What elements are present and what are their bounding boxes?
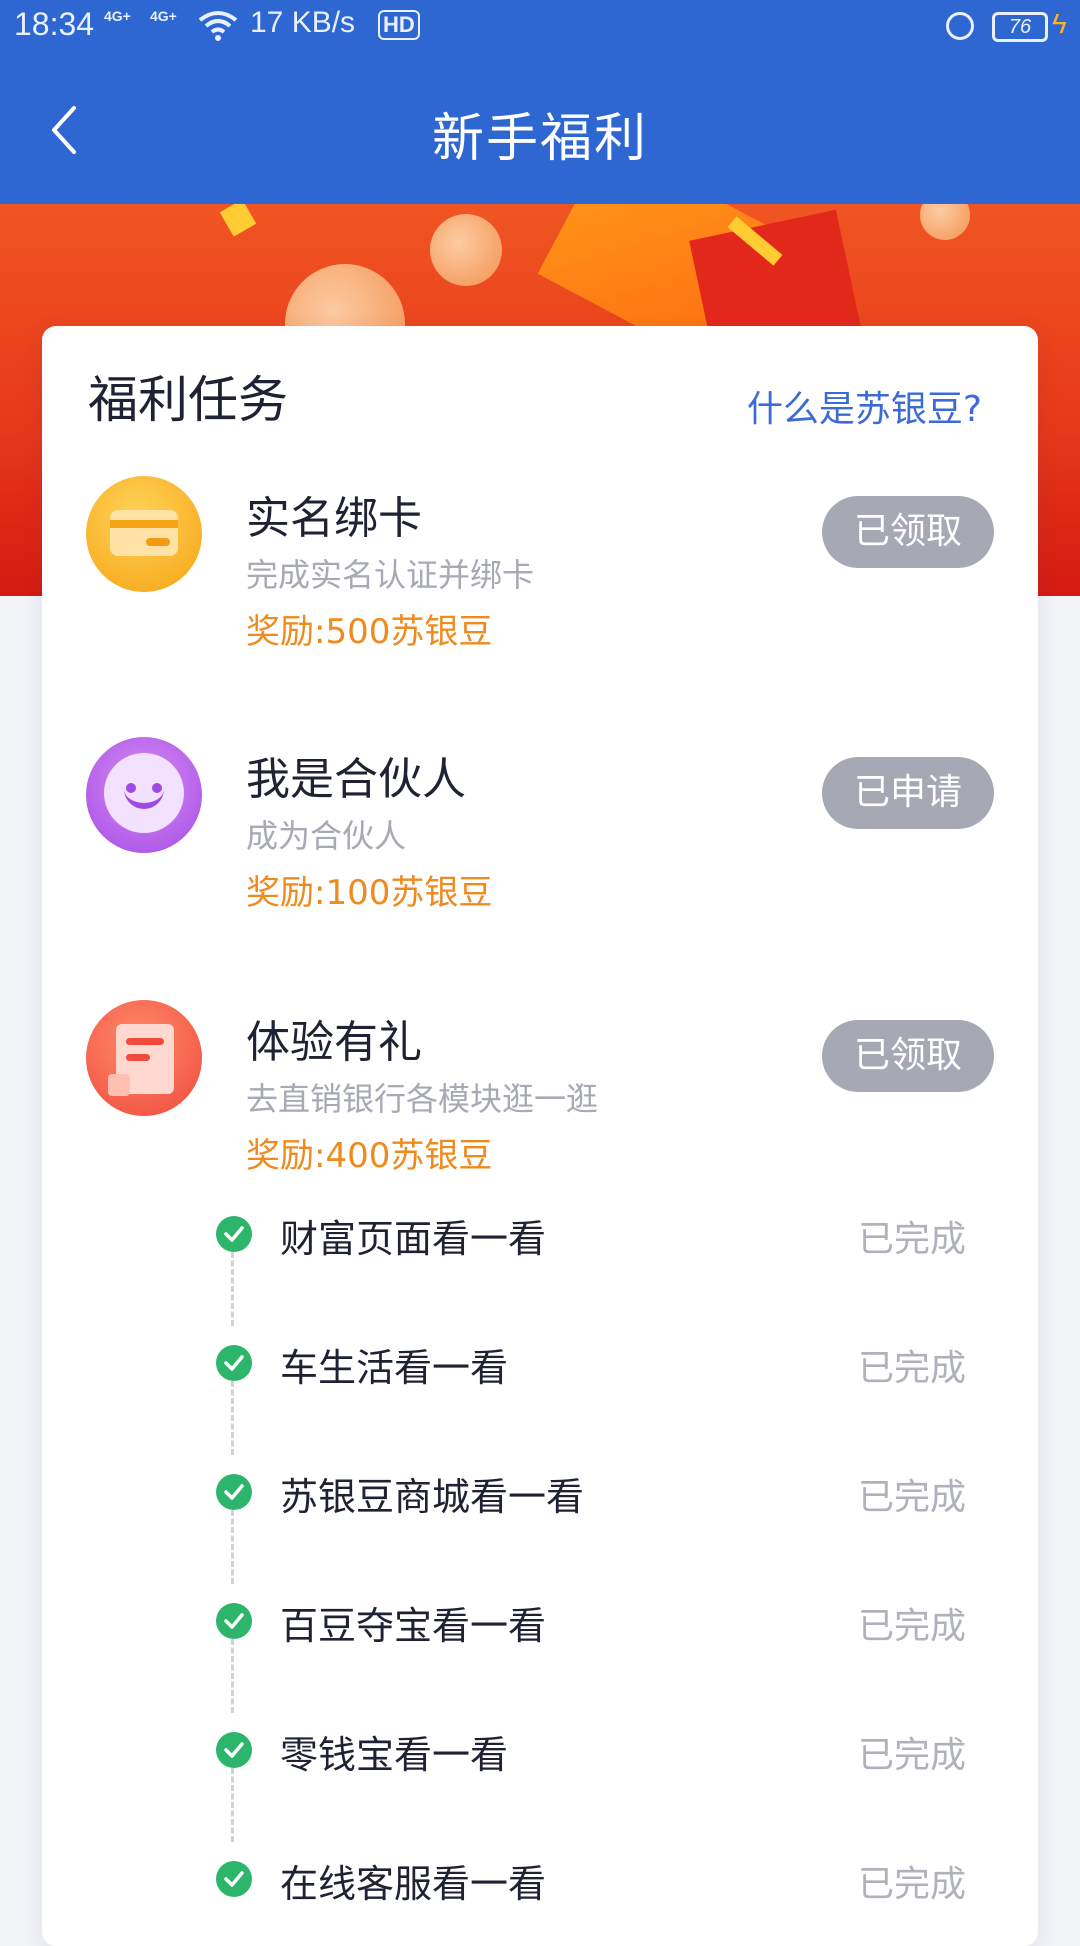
task-name: 体验有礼	[246, 1017, 422, 1068]
subtask-item[interactable]: 财富页面看一看 已完成	[42, 1196, 1038, 1276]
confetti-decoration	[219, 204, 257, 237]
subtask-label: 零钱宝看一看	[280, 1733, 509, 1777]
bank-card-icon	[86, 476, 202, 592]
check-icon	[216, 1861, 252, 1897]
task-reward: 奖励:100苏银豆	[246, 873, 493, 913]
status-time: 18:34	[14, 6, 95, 42]
subtask-status: 已完成	[857, 1477, 966, 1518]
document-icon	[86, 1000, 202, 1116]
hd-icon: HD	[378, 10, 420, 40]
subtask-status: 已完成	[857, 1735, 966, 1776]
battery-icon: 76	[992, 12, 1048, 42]
task-desc: 完成实名认证并绑卡	[246, 556, 535, 594]
rotation-lock-icon	[946, 12, 974, 40]
task-item: 我是合伙人 成为合伙人 奖励:100苏银豆 已申请	[42, 737, 1038, 937]
task-name: 实名绑卡	[246, 493, 422, 544]
subtask-status: 已完成	[857, 1219, 966, 1260]
subtask-label: 在线客服看一看	[280, 1862, 547, 1906]
subtask-item[interactable]: 在线客服看一看 已完成	[42, 1841, 1038, 1921]
subtask-status: 已完成	[857, 1864, 966, 1905]
claimed-button[interactable]: 已领取	[822, 496, 994, 568]
subtask-item[interactable]: 车生活看一看 已完成	[42, 1325, 1038, 1405]
task-reward: 奖励:400苏银豆	[246, 1136, 493, 1176]
applied-button[interactable]: 已申请	[822, 757, 994, 829]
check-icon	[216, 1603, 252, 1639]
subtask-label: 车生活看一看	[280, 1346, 509, 1390]
subtask-status: 已完成	[857, 1606, 966, 1647]
card-header: 福利任务 什么是苏银豆?	[88, 360, 992, 440]
task-desc: 去直销银行各模块逛一逛	[246, 1080, 599, 1118]
signal-icon-2: 4G+	[150, 8, 177, 24]
bean-coin-decoration	[430, 214, 502, 286]
check-icon	[216, 1474, 252, 1510]
task-item: 实名绑卡 完成实名认证并绑卡 奖励:500苏银豆 已领取	[42, 476, 1038, 676]
signal-icon-1: 4G+	[104, 8, 131, 24]
network-speed: 17 KB/s	[250, 6, 356, 39]
claimed-button[interactable]: 已领取	[822, 1020, 994, 1092]
check-icon	[216, 1345, 252, 1381]
task-name: 我是合伙人	[246, 754, 466, 805]
task-desc: 成为合伙人	[246, 817, 407, 855]
subtask-item[interactable]: 百豆夺宝看一看 已完成	[42, 1583, 1038, 1663]
smile-face-icon	[86, 737, 202, 853]
card-title: 福利任务	[88, 371, 288, 429]
check-icon	[216, 1732, 252, 1768]
subtask-label: 财富页面看一看	[280, 1217, 547, 1261]
page-title: 新手福利	[431, 109, 648, 169]
wifi-icon	[198, 11, 238, 41]
check-icon	[216, 1216, 252, 1252]
subtask-label: 百豆夺宝看一看	[280, 1604, 547, 1648]
subtask-label: 苏银豆商城看一看	[280, 1475, 585, 1519]
what-is-bean-link[interactable]: 什么是苏银豆?	[747, 380, 982, 432]
welfare-task-card: 福利任务 什么是苏银豆? 实名绑卡 完成实名认证并绑卡 奖励:500苏银豆 已领…	[42, 326, 1038, 1946]
task-item: 体验有礼 去直销银行各模块逛一逛 奖励:400苏银豆 已领取	[42, 1000, 1038, 1200]
subtask-status: 已完成	[857, 1348, 966, 1389]
subtask-item[interactable]: 苏银豆商城看一看 已完成	[42, 1454, 1038, 1534]
charging-icon: ϟ	[1052, 8, 1067, 39]
status-bar: 18:34 4G+ 4G+ 17 KB/s HD 76 ϟ	[0, 0, 1080, 56]
task-reward: 奖励:500苏银豆	[246, 612, 493, 652]
bean-coin-decoration	[920, 204, 970, 240]
subtask-item[interactable]: 零钱宝看一看 已完成	[42, 1712, 1038, 1792]
nav-bar: 新手福利	[0, 56, 1080, 204]
